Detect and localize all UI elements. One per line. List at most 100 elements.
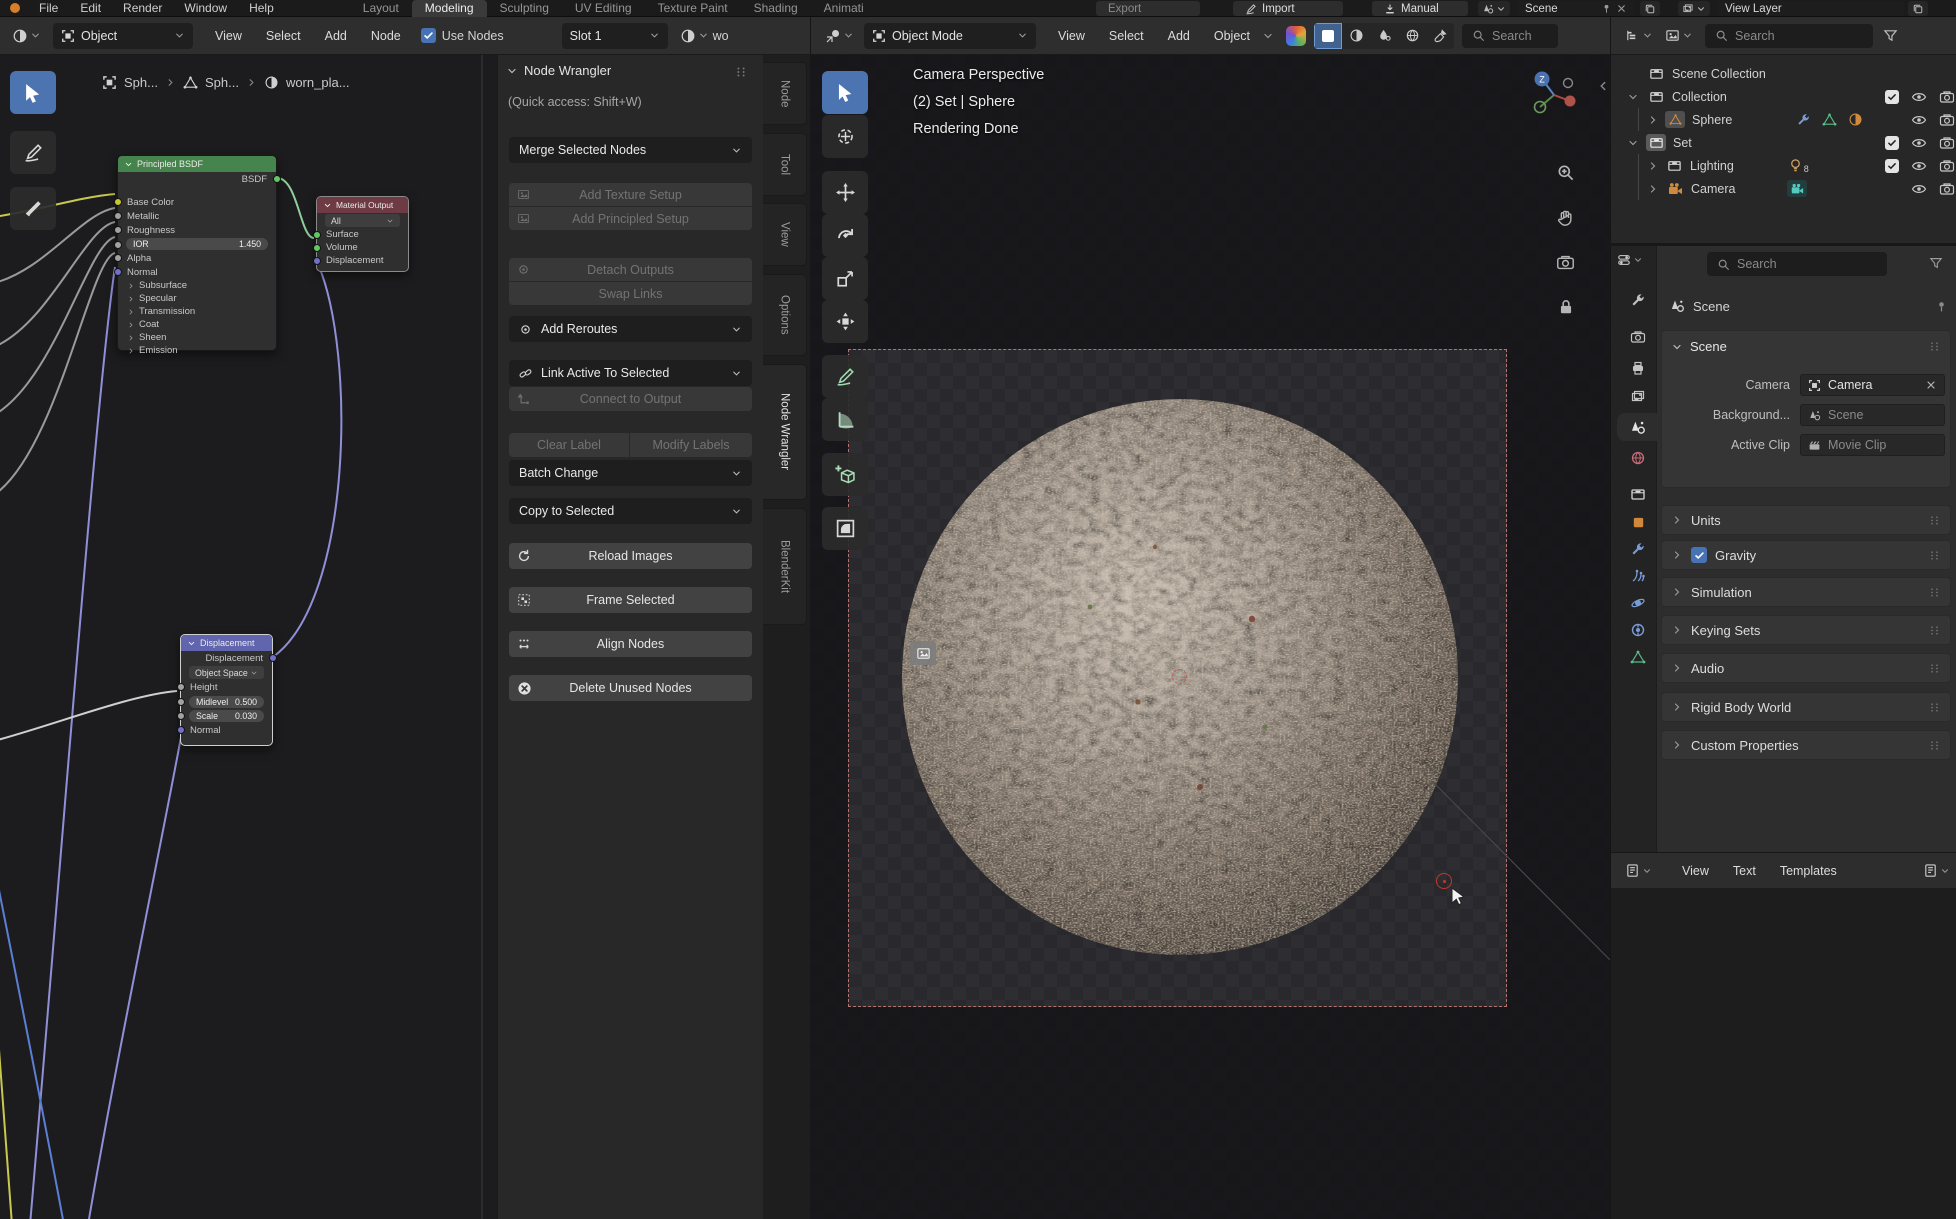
material-name[interactable]: wo (713, 29, 729, 43)
shader-menu-view[interactable]: View (203, 29, 254, 43)
batch-change-menu[interactable]: Batch Change (509, 460, 752, 486)
viewport-menu-select[interactable]: Select (1097, 29, 1156, 43)
panel-units[interactable]: Units (1661, 505, 1951, 535)
chevron-right-icon[interactable] (1647, 183, 1659, 195)
outliner-filter-images-dropdown[interactable] (1661, 23, 1697, 49)
tab-object[interactable] (1619, 508, 1657, 536)
socket[interactable] (177, 698, 185, 706)
editor-type-button[interactable] (1621, 858, 1656, 884)
pan-hand-icon[interactable] (1556, 208, 1575, 227)
socket-bsdf-out[interactable] (273, 175, 281, 183)
add-reroutes-menu[interactable]: Add Reroutes (509, 316, 752, 342)
tab-physics[interactable] (1619, 589, 1657, 617)
tab-blenderkit[interactable]: BlenderKit (763, 508, 807, 625)
menu-edit[interactable]: Edit (69, 0, 112, 17)
socket[interactable] (114, 268, 122, 276)
connect-to-output-button[interactable]: Connect to Output (509, 387, 752, 411)
panel-specular[interactable]: Specular (118, 292, 276, 305)
socket[interactable] (114, 254, 122, 262)
shader-type-dropdown[interactable]: Object (53, 23, 193, 49)
clear-x-icon[interactable] (1925, 379, 1937, 391)
render-camera-icon[interactable] (1939, 181, 1955, 197)
tab-particles[interactable] (1619, 562, 1657, 590)
tool-move[interactable] (822, 171, 868, 214)
lock-view-icon[interactable] (1557, 298, 1575, 316)
tool-rotate[interactable] (822, 214, 868, 257)
pin-icon[interactable] (1935, 300, 1948, 313)
modifier-wrench-icon[interactable] (1796, 112, 1811, 127)
panel-custom-properties[interactable]: Custom Properties (1661, 730, 1951, 760)
hide-eye-icon[interactable] (1911, 135, 1927, 151)
text-menu-text[interactable]: Text (1721, 864, 1768, 878)
tool-measure[interactable] (822, 398, 868, 441)
delete-unused-nodes-button[interactable]: Delete Unused Nodes (509, 675, 752, 701)
editor-type-button[interactable] (1613, 250, 1647, 270)
modify-labels-button[interactable]: Modify Labels (630, 433, 752, 457)
tab-world[interactable] (1619, 444, 1657, 472)
collapse-icon[interactable] (124, 160, 133, 169)
workspace-tab-shading[interactable]: Shading (741, 0, 811, 17)
tool-select-box[interactable] (10, 71, 56, 114)
breadcrumb-material[interactable]: worn_pla... (286, 75, 350, 90)
panel-keying-sets[interactable]: Keying Sets (1661, 615, 1951, 645)
chevron-right-icon[interactable] (1647, 160, 1659, 172)
properties-search-input[interactable]: Search (1707, 252, 1887, 276)
slot-dropdown[interactable]: Slot 1 (562, 23, 668, 49)
node-principled-bsdf[interactable]: Principled BSDF BSDF Base Color Metallic… (117, 155, 277, 351)
material-icon[interactable] (1848, 112, 1863, 127)
use-nodes-checkbox[interactable] (421, 28, 436, 43)
panel-audio[interactable]: Audio (1661, 653, 1951, 683)
text-editor-body[interactable] (1610, 888, 1956, 1219)
tab-tool[interactable] (1619, 286, 1657, 314)
tab-modifiers[interactable] (1619, 535, 1657, 563)
texture-paint-button[interactable] (1426, 23, 1454, 49)
render-camera-icon[interactable] (1939, 112, 1955, 128)
selectable-checkbox[interactable] (1885, 136, 1899, 150)
workspace-tab-animation[interactable]: Animati (811, 0, 877, 17)
collapse-icon[interactable] (506, 65, 518, 77)
socket[interactable] (114, 226, 122, 234)
export-button[interactable]: Export (1096, 1, 1200, 16)
hide-eye-icon[interactable] (1911, 112, 1927, 128)
row-lighting[interactable]: Lighting 8 (1611, 154, 1956, 177)
tool-extrude[interactable] (822, 507, 868, 550)
workspace-tab-modeling[interactable]: Modeling (412, 0, 487, 17)
align-nodes-button[interactable]: Align Nodes (509, 631, 752, 657)
socket[interactable] (313, 244, 321, 252)
socket[interactable] (114, 241, 122, 249)
close-icon[interactable] (1616, 3, 1627, 14)
row-set[interactable]: Set (1611, 131, 1956, 154)
filter-funnel-icon[interactable] (1929, 256, 1943, 270)
shader-menu-node[interactable]: Node (359, 29, 413, 43)
zoom-icon[interactable] (1556, 163, 1575, 182)
editor-type-button[interactable] (821, 23, 858, 49)
add-principled-setup-button[interactable]: Add Principled Setup (509, 207, 752, 230)
filter-funnel-icon[interactable] (1883, 28, 1898, 43)
tool-annotate[interactable] (10, 131, 56, 174)
row-camera[interactable]: Camera (1611, 177, 1956, 200)
tool-scale[interactable] (822, 257, 868, 300)
active-clip-value-field[interactable]: Movie Clip (1800, 434, 1945, 456)
tab-object-data[interactable] (1619, 643, 1657, 671)
panel-simulation[interactable]: Simulation (1661, 577, 1951, 607)
new-view-layer-button[interactable] (1908, 1, 1928, 16)
scrollbar[interactable] (481, 55, 483, 1219)
new-scene-button[interactable] (1640, 1, 1660, 16)
manual-button[interactable]: Manual (1372, 1, 1468, 16)
selectable-checkbox[interactable] (1885, 159, 1899, 173)
node-displacement[interactable]: Displacement Displacement Object Space H… (180, 634, 273, 746)
merge-selected-nodes-menu[interactable]: Merge Selected Nodes (509, 137, 752, 163)
node-header[interactable]: Displacement (181, 635, 272, 651)
tool-cursor[interactable] (822, 115, 868, 158)
row-scene-collection[interactable]: Scene Collection (1611, 62, 1956, 85)
chevron-down-icon[interactable] (1627, 91, 1639, 103)
tab-render[interactable] (1619, 323, 1657, 351)
detach-outputs-button[interactable]: Detach Outputs (509, 258, 752, 281)
gravity-checkbox[interactable] (1691, 547, 1707, 563)
panel-transmission[interactable]: Transmission (118, 305, 276, 318)
socket[interactable] (269, 654, 277, 662)
chevron-right-icon[interactable] (1647, 114, 1659, 126)
tool-select-box[interactable] (822, 71, 868, 114)
scale-field[interactable]: Scale0.030 (189, 710, 264, 722)
midlevel-field[interactable]: Midlevel0.500 (189, 696, 264, 708)
